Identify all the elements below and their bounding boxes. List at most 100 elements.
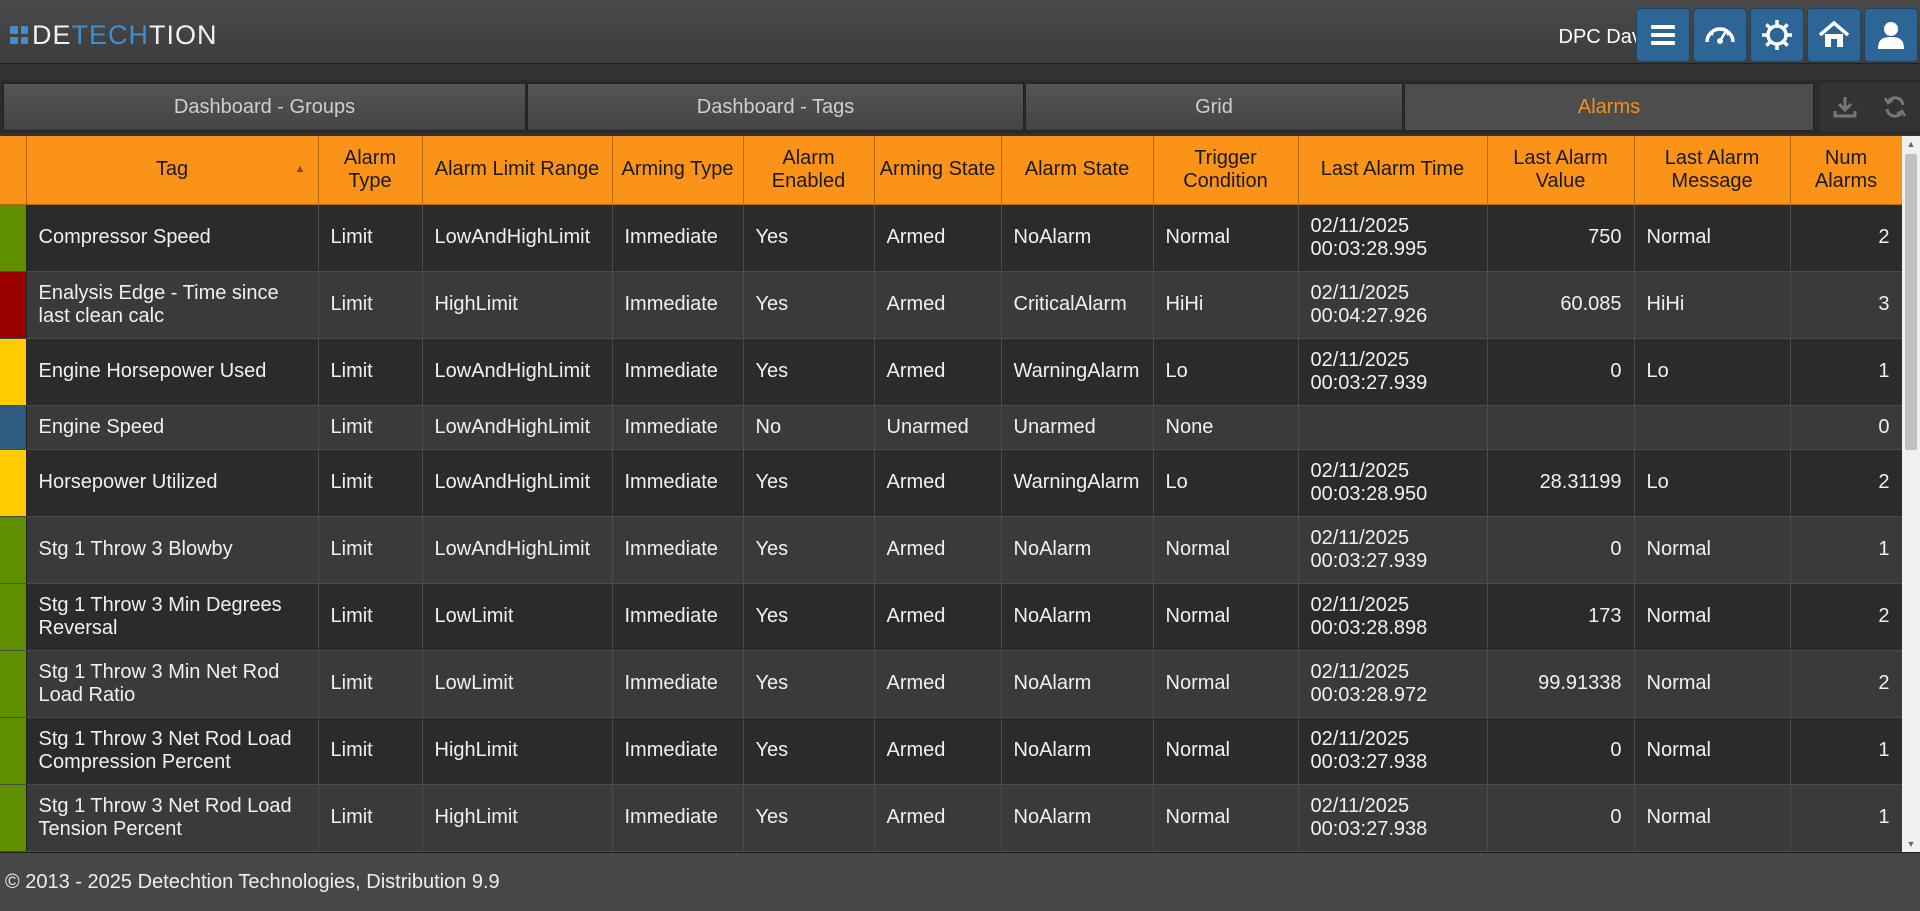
- scrollbar-thumb[interactable]: [1905, 154, 1917, 450]
- cell-last-alarm-message: HiHi: [1634, 271, 1791, 339]
- tab-dashboard-tags[interactable]: Dashboard - Tags: [527, 83, 1024, 131]
- cell-num-alarms: 1: [1790, 717, 1902, 785]
- cell-last-alarm-value: 0: [1487, 717, 1635, 785]
- cell-alarm-limit-range: HighLimit: [422, 271, 613, 339]
- table-row[interactable]: Engine Horsepower Used Limit LowAndHighLim…: [0, 338, 1902, 406]
- col-last-alarm-message[interactable]: Last Alarm Message: [1634, 136, 1791, 205]
- home-button[interactable]: [1807, 8, 1861, 62]
- table-row[interactable]: Stg 1 Throw 3 Net Rod Load Compression P…: [0, 717, 1902, 785]
- table-header-row: Tag ▲ Alarm Type Alarm Limit Range Arming…: [0, 136, 1902, 205]
- cell-last-alarm-value: 0: [1487, 784, 1635, 852]
- cell-alarm-limit-range: HighLimit: [422, 717, 613, 785]
- cell-arming-state: Armed: [874, 271, 1002, 339]
- cell-alarm-type: Limit: [318, 405, 423, 450]
- col-alarm-enabled[interactable]: Alarm Enabled: [743, 136, 875, 205]
- user-profile-button[interactable]: [1864, 8, 1918, 62]
- col-alarm-type[interactable]: Alarm Type: [318, 136, 423, 205]
- app-header: DETECHTION DPC Dave: [0, 0, 1920, 64]
- table-row[interactable]: Stg 1 Throw 3 Min Net Rod Load Ratio Limi…: [0, 650, 1902, 718]
- status-indicator: [0, 449, 27, 517]
- cell-arming-state: Armed: [874, 338, 1002, 406]
- scroll-down-icon[interactable]: ▼: [1902, 836, 1920, 852]
- cell-tag: Stg 1 Throw 3 Blowby: [26, 516, 319, 584]
- copyright-text: © 2013 - 2025 Detechtion Technologies, D…: [5, 870, 500, 893]
- home-icon: [1818, 20, 1850, 47]
- col-arming-type[interactable]: Arming Type: [612, 136, 744, 205]
- menu-button[interactable]: [1636, 8, 1690, 62]
- cell-last-alarm-value: 60.085: [1487, 271, 1635, 339]
- cell-last-alarm-time: 02/11/2025 00:04:27.926: [1298, 271, 1488, 339]
- cell-alarm-type: Limit: [318, 449, 423, 517]
- cell-tag: Engine Horsepower Used: [26, 338, 319, 406]
- cell-arming-state: Unarmed: [874, 405, 1002, 450]
- cell-alarm-enabled: Yes: [743, 583, 875, 651]
- table-row[interactable]: Compressor Speed Limit LowAndHighLimit Imme…: [0, 204, 1902, 272]
- col-trigger-condition[interactable]: Trigger Condition: [1153, 136, 1299, 205]
- detechtion-logo[interactable]: DETECHTION: [10, 20, 218, 50]
- table-row[interactable]: Horsepower Utilized Limit LowAndHighLimit I…: [0, 449, 1902, 517]
- cell-last-alarm-time: 02/11/2025 00:03:28.950: [1298, 449, 1488, 517]
- cell-alarm-limit-range: LowAndHighLimit: [422, 338, 613, 406]
- cell-tag: Engine Speed: [26, 405, 319, 450]
- table-row[interactable]: Engine Speed Limit LowAndHighLimit Immediat…: [0, 405, 1902, 450]
- status-indicator: [0, 405, 27, 450]
- cell-last-alarm-message: Normal: [1634, 784, 1791, 852]
- logo-mark-icon: [10, 26, 28, 44]
- refresh-icon[interactable]: [1882, 94, 1908, 120]
- cell-num-alarms: 2: [1790, 204, 1902, 272]
- table-row[interactable]: Enalysis Edge - Time since last clean ca…: [0, 271, 1902, 339]
- cell-alarm-state: NoAlarm: [1001, 717, 1154, 785]
- cell-arming-type: Immediate: [612, 650, 744, 718]
- logo-text: DETECHTION: [32, 20, 218, 50]
- sort-asc-icon: ▲: [294, 163, 306, 175]
- col-arming-state[interactable]: Arming State: [874, 136, 1002, 205]
- cell-last-alarm-value: 0: [1487, 516, 1635, 584]
- tab-bar: Dashboard - Groups Dashboard - Tags Grid…: [0, 80, 1920, 134]
- settings-button[interactable]: [1750, 8, 1804, 62]
- cell-arming-state: Armed: [874, 583, 1002, 651]
- table-body: Compressor Speed Limit LowAndHighLimit Imme…: [0, 204, 1902, 852]
- cell-last-alarm-message: Lo: [1634, 449, 1791, 517]
- cell-alarm-state: NoAlarm: [1001, 784, 1154, 852]
- col-alarm-state[interactable]: Alarm State: [1001, 136, 1154, 205]
- cell-arming-type: Immediate: [612, 271, 744, 339]
- cell-arming-type: Immediate: [612, 338, 744, 406]
- table-row[interactable]: Stg 1 Throw 3 Blowby Limit LowAndHighLimit…: [0, 516, 1902, 584]
- cell-trigger-condition: Normal: [1153, 784, 1299, 852]
- tab-alarms[interactable]: Alarms: [1404, 83, 1814, 131]
- col-alarm-limit-range[interactable]: Alarm Limit Range: [422, 136, 613, 205]
- tab-tools: [1820, 83, 1920, 131]
- user-icon: [1878, 22, 1904, 49]
- cell-alarm-state: NoAlarm: [1001, 516, 1154, 584]
- cell-alarm-state: WarningAlarm: [1001, 449, 1154, 517]
- download-icon[interactable]: [1832, 94, 1858, 120]
- status-indicator: [0, 271, 27, 339]
- cell-alarm-limit-range: LowAndHighLimit: [422, 204, 613, 272]
- col-last-alarm-value[interactable]: Last Alarm Value: [1487, 136, 1635, 205]
- col-num-alarms[interactable]: Num Alarms: [1790, 136, 1902, 205]
- tab-grid[interactable]: Grid: [1025, 83, 1403, 131]
- cell-num-alarms: 3: [1790, 271, 1902, 339]
- col-tag[interactable]: Tag ▲: [26, 136, 319, 205]
- cell-arming-state: Armed: [874, 784, 1002, 852]
- cell-alarm-enabled: Yes: [743, 650, 875, 718]
- col-last-alarm-time[interactable]: Last Alarm Time: [1298, 136, 1488, 205]
- cell-trigger-condition: Lo: [1153, 338, 1299, 406]
- table-row[interactable]: Stg 1 Throw 3 Net Rod Load Tension Perce…: [0, 784, 1902, 852]
- cell-alarm-type: Limit: [318, 717, 423, 785]
- cell-last-alarm-value: [1487, 405, 1635, 450]
- cell-last-alarm-message: Lo: [1634, 338, 1791, 406]
- tab-dashboard-groups[interactable]: Dashboard - Groups: [3, 83, 526, 131]
- cell-trigger-condition: Normal: [1153, 516, 1299, 584]
- scroll-up-icon[interactable]: ▲: [1902, 136, 1920, 152]
- dashboard-button[interactable]: [1693, 8, 1747, 62]
- table-row[interactable]: Stg 1 Throw 3 Min Degrees Reversal Limit L…: [0, 583, 1902, 651]
- cell-num-alarms: 1: [1790, 516, 1902, 584]
- cell-alarm-type: Limit: [318, 338, 423, 406]
- alarms-table: Tag ▲ Alarm Type Alarm Limit Range Arming…: [0, 136, 1902, 852]
- cell-last-alarm-value: 173: [1487, 583, 1635, 651]
- vertical-scrollbar[interactable]: ▲ ▼: [1902, 136, 1920, 852]
- cell-alarm-state: WarningAlarm: [1001, 338, 1154, 406]
- cell-alarm-type: Limit: [318, 204, 423, 272]
- cell-last-alarm-time: 02/11/2025 00:03:27.939: [1298, 516, 1488, 584]
